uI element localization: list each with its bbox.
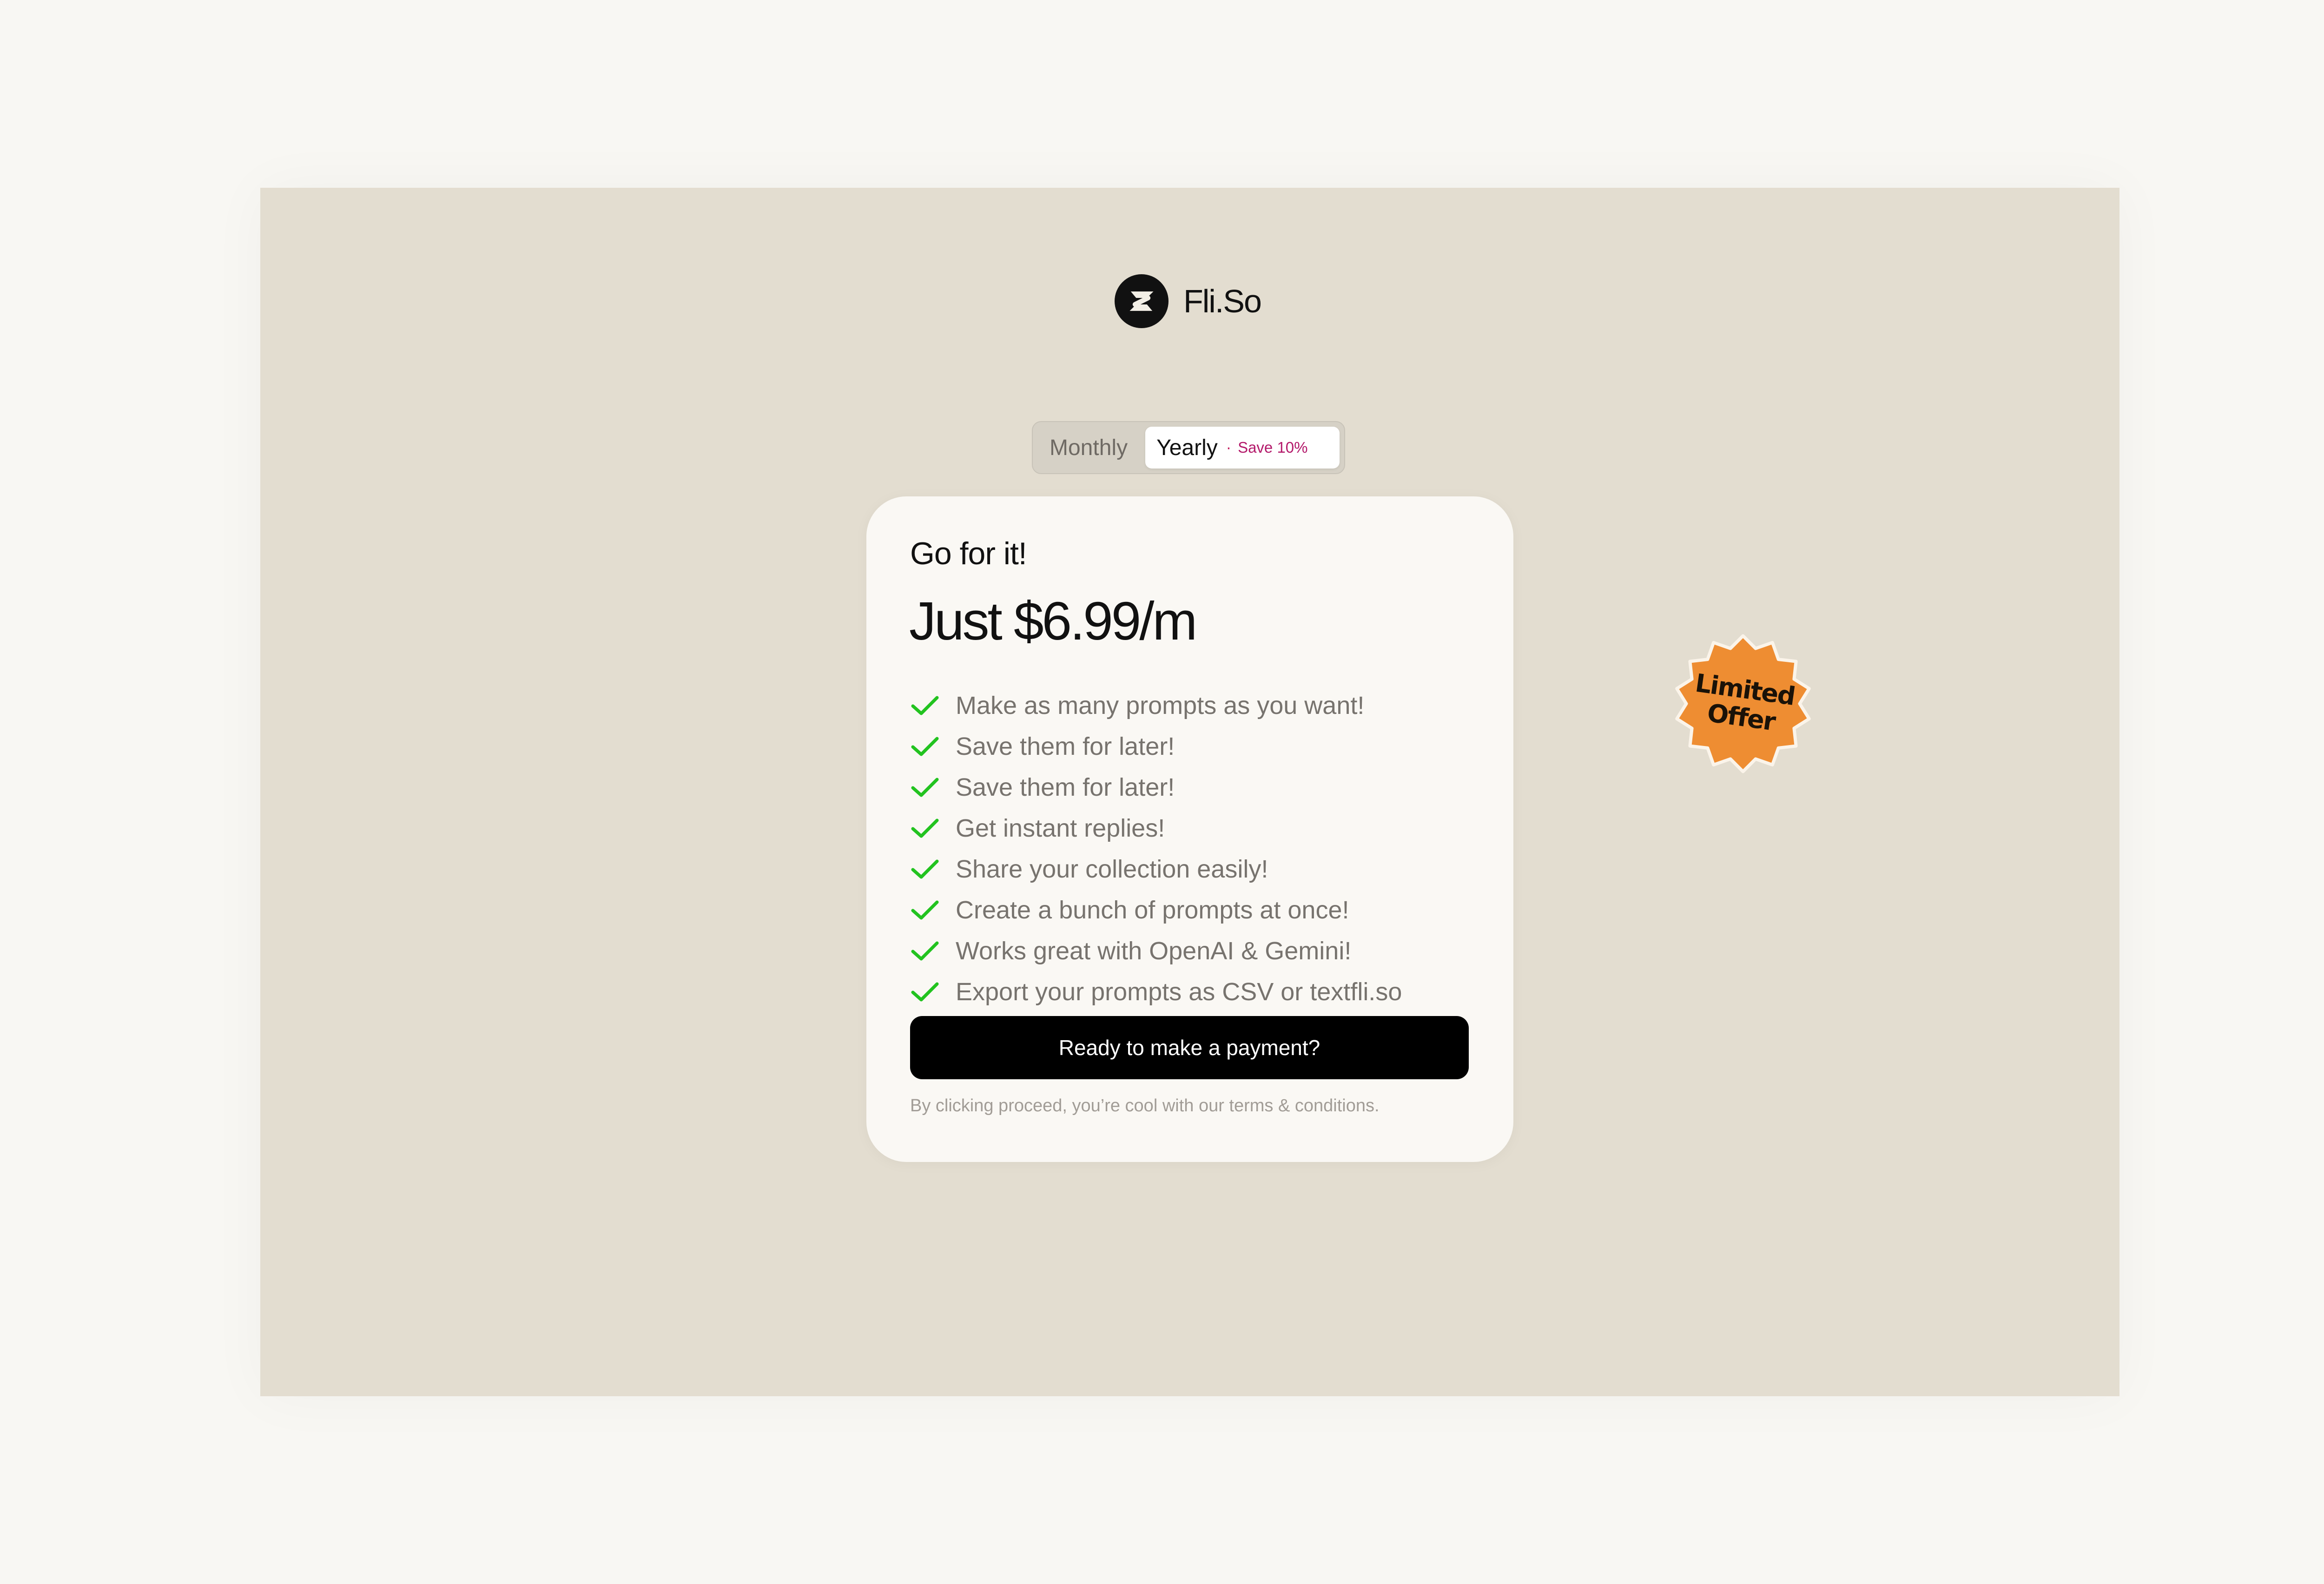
- app-frame: Fli.So Monthly Yearly · Save 10% Go for …: [260, 188, 2119, 1396]
- pricing-card: Go for it! Just $6.99/m Make as many pro…: [866, 496, 1513, 1162]
- brand-logo[interactable]: Fli.So: [1115, 274, 1262, 328]
- check-icon: [911, 778, 939, 797]
- billing-option-monthly[interactable]: Monthly: [1037, 427, 1145, 469]
- feature-item: Make as many prompts as you want!: [910, 685, 1402, 726]
- terms-notice: By clicking proceed, you’re cool with ou…: [910, 1096, 1380, 1115]
- fliso-logo-icon: [1115, 274, 1169, 328]
- plan-price: Just $6.99/m: [909, 591, 1197, 651]
- check-icon: [911, 818, 939, 838]
- check-icon: [911, 696, 939, 715]
- check-icon: [911, 859, 939, 879]
- billing-option-yearly[interactable]: Yearly · Save 10%: [1145, 427, 1340, 469]
- feature-text: Save them for later!: [956, 773, 1175, 801]
- feature-text: Get instant replies!: [956, 814, 1165, 842]
- billing-toggle: Monthly Yearly · Save 10%: [1032, 421, 1345, 474]
- save-separator: ·: [1226, 438, 1232, 456]
- plan-heading: Go for it!: [910, 536, 1027, 571]
- check-icon: [911, 941, 939, 961]
- feature-text: Share your collection easily!: [956, 855, 1268, 883]
- feature-text: Export your prompts as CSV or textfli.so: [956, 978, 1402, 1006]
- feature-item: Save them for later!: [910, 767, 1402, 808]
- badge-text: Limited Offer: [1662, 623, 1824, 785]
- feature-text: Works great with OpenAI & Gemini!: [956, 937, 1352, 965]
- feature-text: Create a bunch of prompts at once!: [956, 896, 1349, 924]
- save-percentage-label: Save 10%: [1238, 439, 1308, 456]
- check-icon: [911, 900, 939, 920]
- feature-item: Get instant replies!: [910, 808, 1402, 849]
- limited-offer-badge: Limited Offer: [1671, 632, 1815, 775]
- payment-button-label: Ready to make a payment?: [1058, 1036, 1320, 1060]
- feature-text: Save them for later!: [956, 733, 1175, 760]
- feature-item: Create a bunch of prompts at once!: [910, 890, 1402, 931]
- brand-name: Fli.So: [1183, 283, 1262, 319]
- feature-item: Save them for later!: [910, 726, 1402, 767]
- feature-item: Works great with OpenAI & Gemini!: [910, 931, 1402, 971]
- feature-item: Share your collection easily!: [910, 849, 1402, 890]
- payment-button[interactable]: Ready to make a payment?: [910, 1016, 1469, 1079]
- check-icon: [911, 982, 939, 1002]
- check-icon: [911, 737, 939, 756]
- feature-text: Make as many prompts as you want!: [956, 692, 1365, 719]
- feature-item: Export your prompts as CSV or textfli.so: [910, 971, 1402, 1012]
- feature-list: Make as many prompts as you want! Save t…: [910, 685, 1402, 1012]
- billing-option-yearly-label: Yearly: [1156, 435, 1218, 460]
- billing-option-monthly-label: Monthly: [1050, 435, 1128, 460]
